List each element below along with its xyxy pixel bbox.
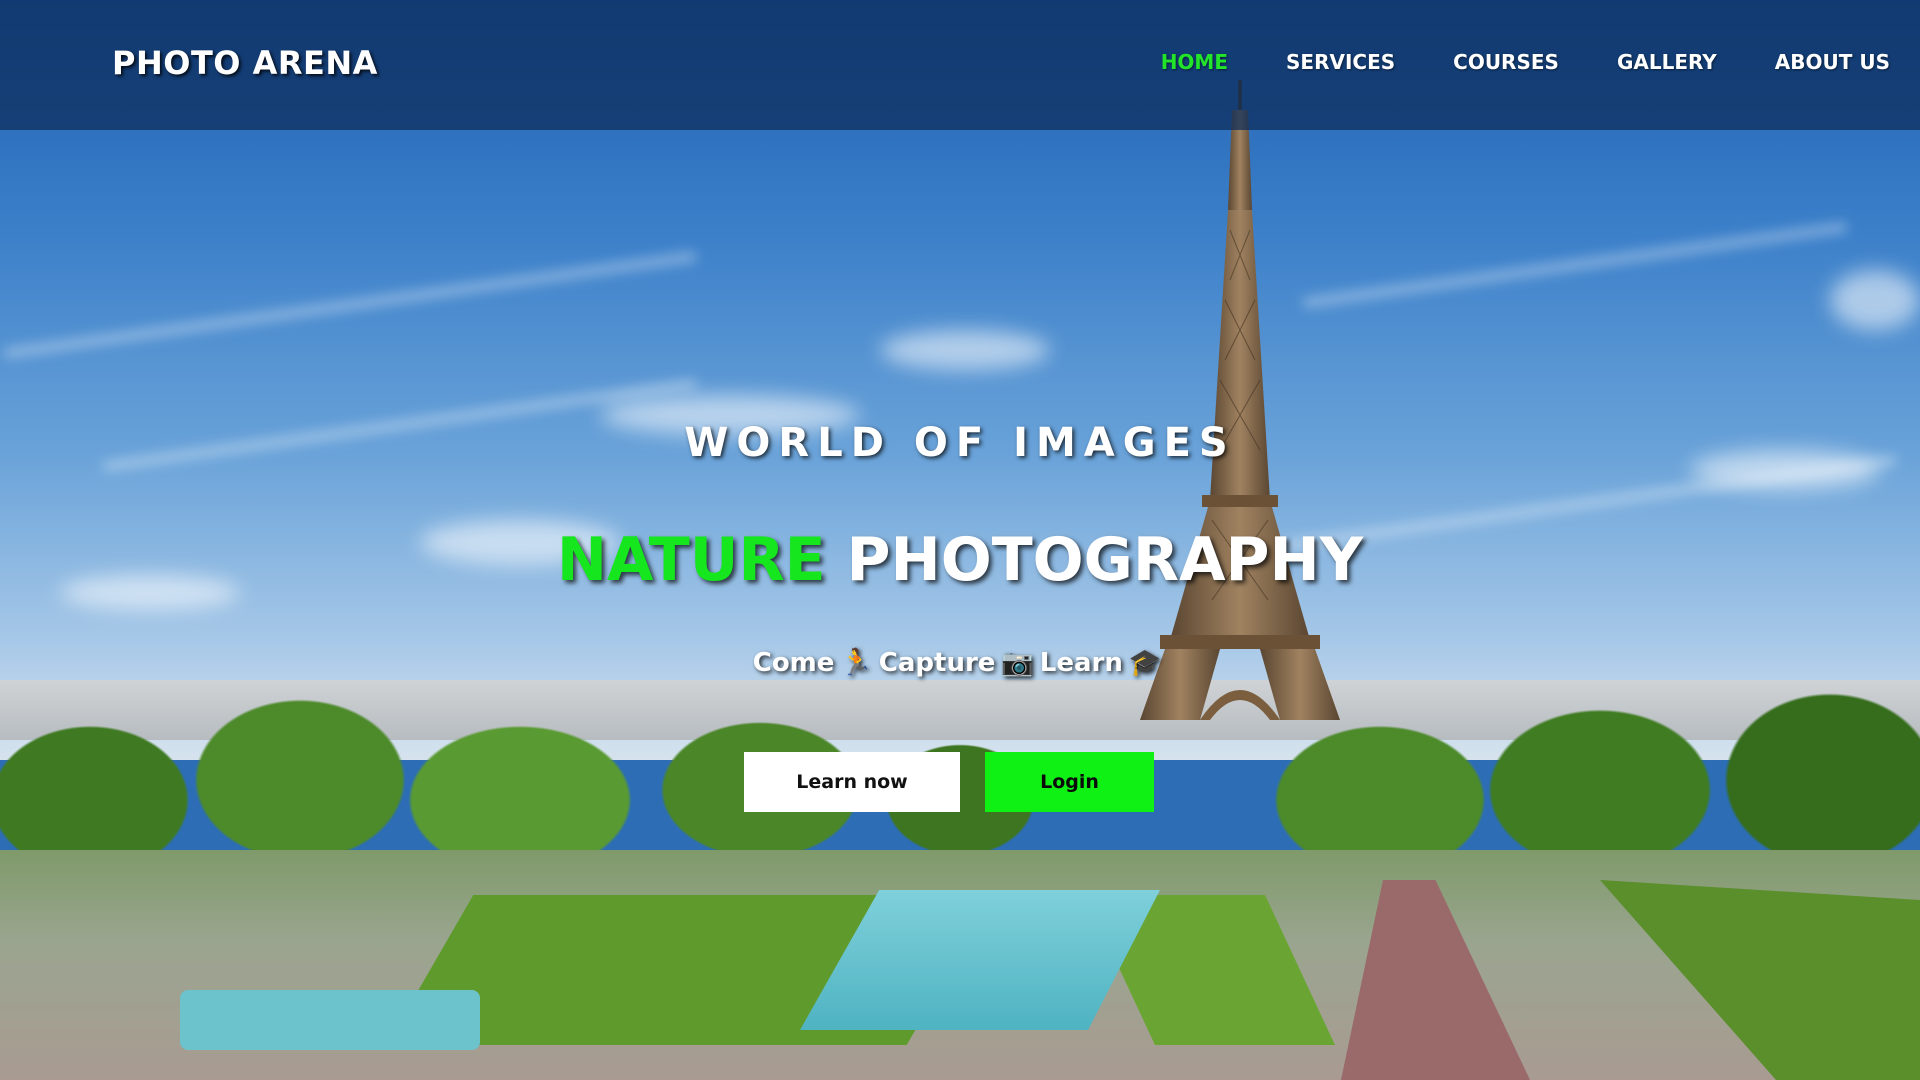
nav-item-gallery[interactable]: GALLERY xyxy=(1617,50,1717,74)
headline-accent: NATURE xyxy=(556,525,826,595)
subline-word-capture: Capture xyxy=(878,648,996,678)
running-icon: 🏃 xyxy=(840,648,873,678)
camera-icon: 📷 xyxy=(1001,648,1034,678)
nav-item-courses[interactable]: COURSES xyxy=(1453,50,1559,74)
subline-word-learn: Learn xyxy=(1039,648,1123,678)
nav-item-home[interactable]: HOME xyxy=(1161,50,1228,74)
cloud xyxy=(880,330,1050,370)
hero-headline: NATURE PHOTOGRAPHY xyxy=(0,525,1920,595)
brand-logo[interactable]: PHOTO ARENA xyxy=(112,44,378,82)
nav-item-services[interactable]: SERVICES xyxy=(1286,50,1395,74)
login-button[interactable]: Login xyxy=(985,752,1154,812)
graduation-cap-icon: 🎓 xyxy=(1128,648,1162,678)
nav-item-about-us[interactable]: ABOUT US xyxy=(1775,50,1890,74)
cloud xyxy=(1830,270,1920,330)
top-navbar: PHOTO ARENA HOME SERVICES COURSES GALLER… xyxy=(0,0,1920,130)
hero-subline: Come 🏃 Capture 📷 Learn 🎓 xyxy=(0,648,1920,678)
subline-word-come: Come xyxy=(752,648,835,678)
learn-now-button[interactable]: Learn now xyxy=(744,752,960,812)
hero-tagline: WORLD OF IMAGES xyxy=(684,420,1236,466)
fountain-pool xyxy=(180,990,480,1050)
main-nav: HOME SERVICES COURSES GALLERY ABOUT US xyxy=(1103,50,1890,74)
headline-rest: PHOTOGRAPHY xyxy=(846,525,1364,595)
